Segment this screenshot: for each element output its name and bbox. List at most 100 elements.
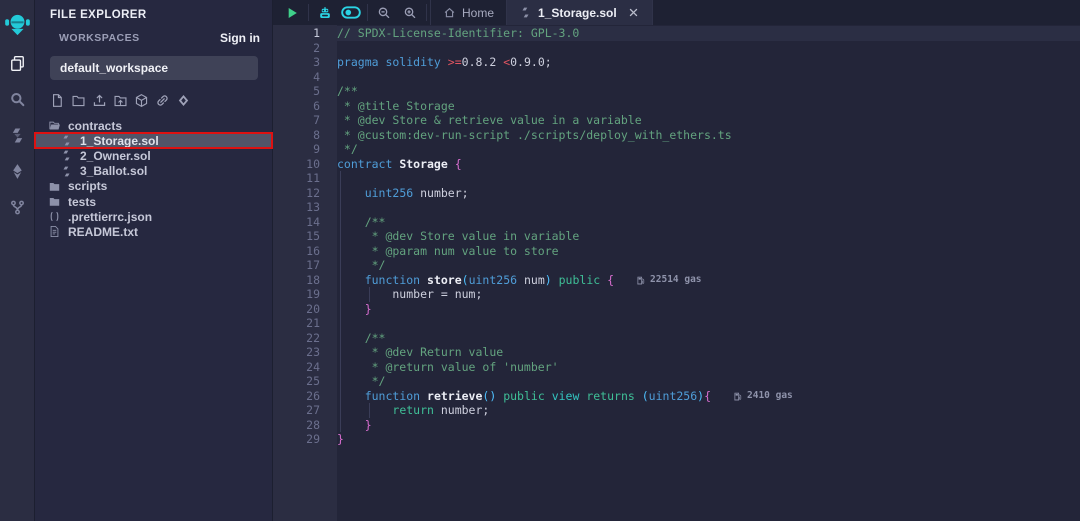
tree-item-tests[interactable]: tests xyxy=(35,194,272,209)
line-number[interactable]: 7 xyxy=(273,113,320,128)
search-button[interactable] xyxy=(0,81,34,117)
line-number[interactable]: 28 xyxy=(273,418,320,433)
line-number[interactable]: 14 xyxy=(273,215,320,230)
code-content[interactable]: // SPDX-License-Identifier: GPL-3.0 pragm… xyxy=(337,25,1080,521)
close-icon[interactable] xyxy=(627,6,640,19)
code-line[interactable]: * @title Storage xyxy=(337,99,1080,114)
line-number[interactable]: 15 xyxy=(273,229,320,244)
code-line[interactable]: * @dev Store value in variable xyxy=(337,229,1080,244)
line-number[interactable]: 26 xyxy=(273,389,320,404)
line-number[interactable]: 4 xyxy=(273,70,320,85)
code-line[interactable]: * @custom:dev-run-script ./scripts/deplo… xyxy=(337,128,1080,143)
zoom-in-button[interactable] xyxy=(397,0,423,25)
line-number[interactable]: 17 xyxy=(273,258,320,273)
line-number[interactable]: 8 xyxy=(273,128,320,143)
tree-item-prettierrc-json[interactable]: .prettierrc.json xyxy=(35,209,272,224)
workspace-select[interactable]: default_workspace xyxy=(50,56,258,80)
folder-icon xyxy=(48,195,61,208)
code-editor: 1234567891011121314151617181920212223242… xyxy=(273,25,1080,521)
tree-item-3-ballot-sol[interactable]: 3_Ballot.sol xyxy=(35,164,272,179)
line-number[interactable]: 2 xyxy=(273,41,320,56)
file-explorer-button[interactable] xyxy=(0,45,34,81)
copilot-toggle[interactable] xyxy=(338,0,364,25)
line-number[interactable]: 25 xyxy=(273,374,320,389)
line-number[interactable]: 29 xyxy=(273,432,320,447)
gas-estimate: 22514 gas xyxy=(636,273,701,288)
line-number-gutter[interactable]: 1234567891011121314151617181920212223242… xyxy=(273,25,337,521)
tab-1-storage-sol[interactable]: 1_Storage.sol xyxy=(507,0,653,25)
line-number[interactable]: 19 xyxy=(273,287,320,302)
code-line[interactable]: } xyxy=(337,432,1080,447)
line-number[interactable]: 11 xyxy=(273,171,320,186)
code-line[interactable]: } xyxy=(337,418,1080,433)
tree-item-readme-txt[interactable]: README.txt xyxy=(35,224,272,239)
sign-in-button[interactable]: Sign in xyxy=(214,31,260,45)
code-line[interactable]: return number; xyxy=(337,403,1080,418)
gist-button[interactable] xyxy=(175,93,191,109)
line-number[interactable]: 16 xyxy=(273,244,320,259)
remix-logo-button[interactable] xyxy=(0,3,34,45)
new-file-button[interactable] xyxy=(49,93,65,109)
code-line[interactable]: * @return value of 'number' xyxy=(337,360,1080,375)
tab-home[interactable]: Home xyxy=(430,0,507,25)
line-number[interactable]: 5 xyxy=(273,84,320,99)
line-number[interactable]: 1 xyxy=(273,26,320,41)
line-number[interactable]: 18 xyxy=(273,273,320,288)
line-number[interactable]: 22 xyxy=(273,331,320,346)
upload-folder-button[interactable] xyxy=(112,93,128,109)
import-url-icon xyxy=(155,93,170,108)
code-line[interactable]: uint256 number; xyxy=(337,186,1080,201)
line-number[interactable]: 6 xyxy=(273,99,320,114)
line-number[interactable]: 27 xyxy=(273,403,320,418)
line-number[interactable]: 23 xyxy=(273,345,320,360)
code-line[interactable]: */ xyxy=(337,258,1080,273)
code-line[interactable]: * @dev Store & retrieve value in a varia… xyxy=(337,113,1080,128)
code-line[interactable] xyxy=(337,200,1080,215)
code-line[interactable] xyxy=(337,70,1080,85)
deploy-run-button[interactable] xyxy=(0,153,34,189)
code-line[interactable]: // SPDX-License-Identifier: GPL-3.0 xyxy=(337,26,1080,41)
deploy-run-icon xyxy=(9,163,26,180)
code-line[interactable]: /** xyxy=(337,84,1080,99)
code-line[interactable]: pragma solidity >=0.8.2 <0.9.0; xyxy=(337,55,1080,70)
line-number[interactable]: 20 xyxy=(273,302,320,317)
zoom-out-button[interactable] xyxy=(371,0,397,25)
code-line[interactable]: * @dev Return value xyxy=(337,345,1080,360)
code-line[interactable]: } xyxy=(337,302,1080,317)
code-line[interactable]: function store(uint256 num) public {2251… xyxy=(337,273,1080,288)
tree-item-label: 3_Ballot.sol xyxy=(80,164,147,178)
code-line[interactable]: contract Storage { xyxy=(337,157,1080,172)
code-line[interactable]: number = num; xyxy=(337,287,1080,302)
line-number[interactable]: 13 xyxy=(273,200,320,215)
ipfs-import-button[interactable] xyxy=(133,93,149,109)
git-button[interactable] xyxy=(0,189,34,225)
code-line[interactable]: * @param num value to store xyxy=(337,244,1080,259)
run-script-button[interactable] xyxy=(279,0,305,25)
import-url-button[interactable] xyxy=(154,93,170,109)
line-number[interactable]: 3 xyxy=(273,55,320,70)
upload-file-button[interactable] xyxy=(91,93,107,109)
line-number[interactable]: 10 xyxy=(273,157,320,172)
line-number[interactable]: 9 xyxy=(273,142,320,157)
new-folder-button[interactable] xyxy=(70,93,86,109)
code-line[interactable]: */ xyxy=(337,142,1080,157)
line-number[interactable]: 12 xyxy=(273,186,320,201)
code-line[interactable] xyxy=(337,41,1080,56)
line-number[interactable]: 24 xyxy=(273,360,320,375)
ai-assistant-button[interactable] xyxy=(312,0,338,25)
code-line[interactable]: function retrieve() public view returns … xyxy=(337,389,1080,404)
code-line[interactable]: /** xyxy=(337,215,1080,230)
code-line[interactable]: /** xyxy=(337,331,1080,346)
code-line[interactable] xyxy=(337,171,1080,186)
tree-item-scripts[interactable]: scripts xyxy=(35,179,272,194)
tree-item-contracts[interactable]: contracts xyxy=(35,118,272,133)
code-line[interactable] xyxy=(337,316,1080,331)
workspaces-label: WORKSPACES xyxy=(59,32,205,44)
line-number[interactable]: 21 xyxy=(273,316,320,331)
solidity-compiler-button[interactable] xyxy=(0,117,34,153)
code-line[interactable]: */ xyxy=(337,374,1080,389)
search-icon xyxy=(9,91,26,108)
tree-item-1-storage-sol[interactable]: 1_Storage.sol xyxy=(35,133,272,148)
tree-item-2-owner-sol[interactable]: 2_Owner.sol xyxy=(35,148,272,163)
tree-item-label: 1_Storage.sol xyxy=(80,134,159,148)
